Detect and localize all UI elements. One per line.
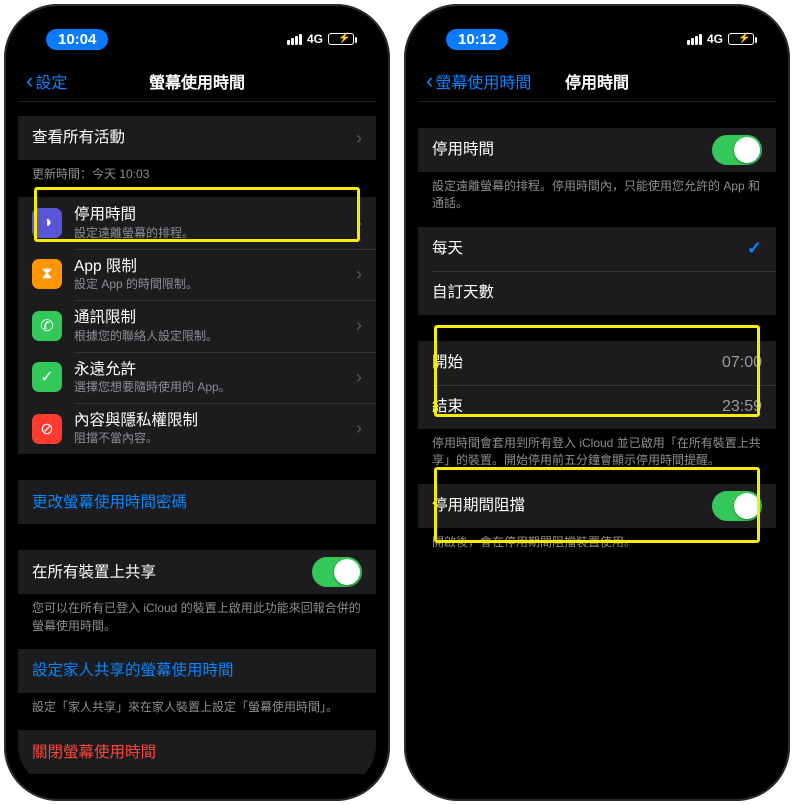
downtime-toggle-label: 停用時間 [432, 140, 494, 159]
custom-days-label: 自訂天數 [432, 283, 494, 302]
chevron-right-icon: › [356, 367, 362, 388]
chevron-right-icon: › [356, 128, 362, 149]
notch [112, 18, 282, 46]
hourglass-icon: ⧗ [32, 259, 62, 289]
status-indicators: 4G ⚡ [687, 32, 754, 46]
downtime-toggle-row[interactable]: 停用時間 [418, 128, 776, 172]
start-time-row[interactable]: 開始 07:00 [418, 341, 776, 385]
phone-left: 10:04 4G ⚡ ‹ 設定 螢幕使用時間 查看所有活動 › 更新時間：今天 … [4, 4, 390, 801]
status-time: 10:04 [46, 29, 108, 50]
block-label: 停用期間阻擋 [432, 496, 525, 515]
downtime-sub: 設定遠離螢幕的排程。 [74, 226, 194, 241]
update-time-footer: 更新時間：今天 10:03 [18, 160, 376, 197]
screen-left: 10:04 4G ⚡ ‹ 設定 螢幕使用時間 查看所有活動 › 更新時間：今天 … [18, 18, 376, 787]
turn-off-row[interactable]: 關閉螢幕使用時間 [18, 730, 376, 774]
share-across-devices-row[interactable]: 在所有裝置上共享 [18, 550, 376, 594]
carrier-label: 4G [307, 32, 323, 46]
chevron-left-icon: ‹ [426, 70, 433, 92]
chevron-right-icon: › [356, 264, 362, 285]
content-privacy-row[interactable]: ⊘ 內容與隱私權限制 阻擋不當內容。 › [18, 403, 376, 454]
always-allowed-sub: 選擇您想要隨時使用的 App。 [74, 380, 231, 395]
share-devices-toggle[interactable] [312, 557, 362, 587]
change-passcode-row[interactable]: 更改螢幕使用時間密碼 [18, 480, 376, 524]
communication-title: 通訊限制 [74, 308, 218, 327]
carrier-label: 4G [707, 32, 723, 46]
no-entry-icon: ⊘ [32, 414, 62, 444]
downtime-row[interactable]: ◑ 停用時間 設定遠離螢幕的排程。 › [18, 197, 376, 248]
share-devices-label: 在所有裝置上共享 [32, 563, 156, 582]
status-time: 10:12 [446, 29, 508, 50]
every-day-label: 每天 [432, 239, 463, 258]
content-privacy-sub: 阻擋不當內容。 [74, 431, 198, 446]
end-value: 23:59 [722, 398, 762, 416]
communication-sub: 根據您的聯絡人設定限制。 [74, 329, 218, 344]
block-toggle[interactable] [712, 491, 762, 521]
checkmark-icon: ✓ [747, 238, 762, 259]
check-shield-icon: ✓ [32, 362, 62, 392]
back-button[interactable]: ‹ 螢幕使用時間 [426, 69, 531, 93]
page-title: 螢幕使用時間 [18, 69, 376, 93]
phone-right: 10:12 4G ⚡ ‹ 螢幕使用時間 停用時間 停用時間 設定遠離螢幕的排程。… [404, 4, 790, 801]
status-indicators: 4G ⚡ [287, 32, 354, 46]
start-value: 07:00 [722, 354, 762, 372]
family-setup-footer: 設定「家人共享」來在家人裝置上設定「螢幕使用時間」。 [18, 693, 376, 730]
always-allowed-title: 永遠允許 [74, 360, 231, 379]
nav-header: ‹ 設定 螢幕使用時間 [18, 60, 376, 102]
chevron-right-icon: › [356, 418, 362, 439]
downtime-footer: 設定遠離螢幕的排程。停用時間內，只能使用您允許的 App 和通話。 [418, 172, 776, 227]
screen-right: 10:12 4G ⚡ ‹ 螢幕使用時間 停用時間 停用時間 設定遠離螢幕的排程。… [418, 18, 776, 787]
signal-icon [287, 34, 302, 45]
chevron-left-icon: ‹ [26, 70, 33, 92]
back-label: 設定 [35, 69, 67, 93]
chevron-right-icon: › [356, 213, 362, 234]
app-limits-title: App 限制 [74, 257, 198, 276]
battery-icon: ⚡ [728, 33, 754, 45]
battery-icon: ⚡ [328, 33, 354, 45]
always-allowed-row[interactable]: ✓ 永遠允許 選擇您想要隨時使用的 App。 › [18, 352, 376, 403]
notch [512, 18, 682, 46]
content-privacy-title: 內容與隱私權限制 [74, 411, 198, 430]
family-setup-row[interactable]: 設定家人共享的螢幕使用時間 [18, 649, 376, 693]
block-at-downtime-row[interactable]: 停用期間阻擋 [418, 484, 776, 528]
back-button[interactable]: ‹ 設定 [26, 69, 67, 93]
content: 查看所有活動 › 更新時間：今天 10:03 ◑ 停用時間 設定遠離螢幕的排程。… [18, 102, 376, 787]
contacts-icon: ✆ [32, 311, 62, 341]
see-all-activity-row[interactable]: 查看所有活動 › [18, 116, 376, 160]
time-footer: 停用時間會套用到所有登入 iCloud 並已啟用「在所有裝置上共享」的裝置。開始… [418, 429, 776, 484]
share-devices-footer: 您可以在所有已登入 iCloud 的裝置上啟用此功能來回報合併的螢幕使用時間。 [18, 594, 376, 649]
communication-limits-row[interactable]: ✆ 通訊限制 根據您的聯絡人設定限制。 › [18, 300, 376, 351]
custom-days-row[interactable]: 自訂天數 [418, 271, 776, 315]
back-label: 螢幕使用時間 [435, 69, 531, 93]
downtime-toggle[interactable] [712, 135, 762, 165]
app-limits-row[interactable]: ⧗ App 限制 設定 App 的時間限制。 › [18, 249, 376, 300]
see-all-activity-label: 查看所有活動 [32, 128, 125, 147]
moon-clock-icon: ◑ [32, 208, 62, 238]
turn-off-label: 關閉螢幕使用時間 [32, 743, 156, 762]
change-passcode-label: 更改螢幕使用時間密碼 [32, 493, 187, 512]
every-day-row[interactable]: 每天 ✓ [418, 227, 776, 271]
end-time-row[interactable]: 結束 23:59 [418, 385, 776, 429]
start-label: 開始 [432, 353, 463, 372]
content: 停用時間 設定遠離螢幕的排程。停用時間內，只能使用您允許的 App 和通話。 每… [418, 102, 776, 787]
block-footer: 開啟後，會在停用期間阻擋裝置使用。 [418, 528, 776, 565]
downtime-title: 停用時間 [74, 205, 194, 224]
end-label: 結束 [432, 397, 463, 416]
app-limits-sub: 設定 App 的時間限制。 [74, 277, 198, 292]
signal-icon [687, 34, 702, 45]
family-setup-label: 設定家人共享的螢幕使用時間 [32, 661, 234, 680]
chevron-right-icon: › [356, 315, 362, 336]
nav-header: ‹ 螢幕使用時間 停用時間 [418, 60, 776, 102]
